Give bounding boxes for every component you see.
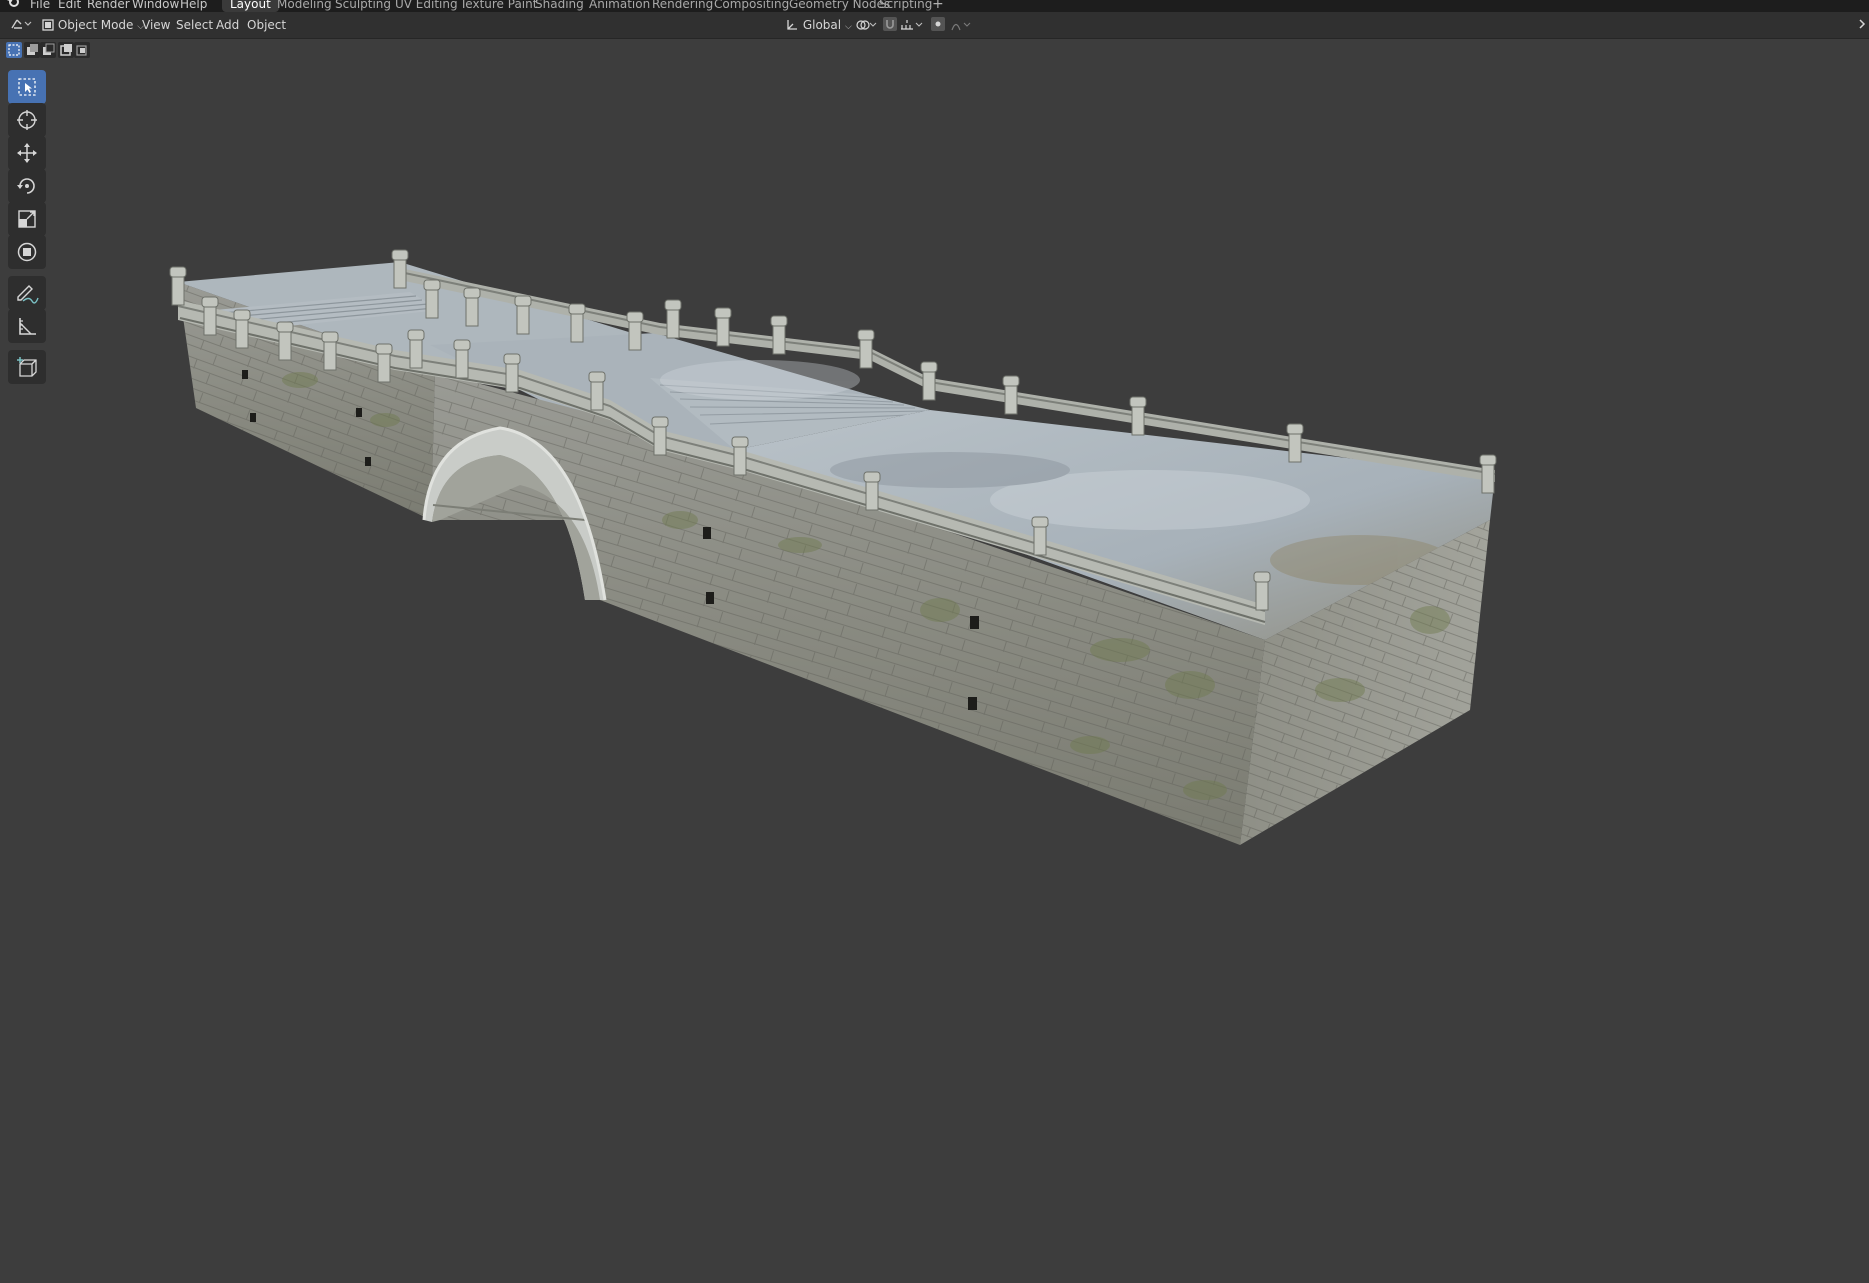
chevron-down-icon: ⌵ [844,22,852,32]
menu-view[interactable]: View [142,17,170,33]
object-mode-icon [42,19,54,31]
falloff-curve-icon [951,22,971,31]
tab-texture-paint[interactable]: Texture Paint [460,0,537,12]
proportional-edit-icon [931,17,945,31]
orientation-label: Global [802,18,842,32]
menu-select[interactable]: Select [176,17,213,33]
menu-render[interactable]: Render [87,0,130,12]
orientation-axes-icon [787,20,797,30]
menu-help[interactable]: Help [180,0,207,12]
tab-scripting[interactable]: Scripting [879,0,932,12]
top-menu-bar: File Edit Render Window Help Layout Mode… [0,0,1869,12]
tab-compositing[interactable]: Compositing [714,0,789,12]
blender-logo-icon[interactable] [6,0,20,12]
3d-viewport[interactable] [0,38,1869,1283]
tab-animation[interactable]: Animation [589,0,650,12]
mode-selector[interactable]: Object Mode ⌵ [42,17,144,33]
tab-rendering[interactable]: Rendering [652,0,713,12]
menu-object[interactable]: Object [247,17,286,33]
tab-geometry-nodes[interactable]: Geometry Nodes [789,0,890,12]
bridge-model [169,249,1497,845]
snap-increment-icon [901,20,923,30]
editor-type-icon [11,19,32,29]
snap-toggle[interactable] [883,17,897,33]
transform-orientation-dropdown[interactable]: Global ⌵ [786,17,852,33]
menu-add[interactable]: Add [216,17,239,33]
menu-window[interactable]: Window [132,0,179,12]
tab-shading[interactable]: Shading [535,0,584,12]
pivot-point-dropdown[interactable] [855,17,877,33]
mode-label: Object Mode [57,18,134,32]
tab-layout[interactable]: Layout [222,0,279,12]
tab-sculpting[interactable]: Sculpting [335,0,391,12]
pivot-icon [856,20,877,30]
menu-edit[interactable]: Edit [58,0,81,12]
tab-uv-editing[interactable]: UV Editing [395,0,458,12]
magnet-icon [883,17,897,31]
viewport-options-icon[interactable] [1858,17,1869,33]
tab-modeling[interactable]: Modeling [277,0,332,12]
snap-target-dropdown[interactable] [900,17,924,33]
menu-file[interactable]: File [30,0,50,12]
add-workspace-button[interactable]: + [932,0,944,12]
editor-type-dropdown[interactable] [10,17,32,33]
falloff-dropdown[interactable] [951,17,973,33]
viewport-header: Object Mode ⌵ View Select Add Object Glo… [0,12,1869,39]
proportional-editing-toggle[interactable] [931,17,945,33]
